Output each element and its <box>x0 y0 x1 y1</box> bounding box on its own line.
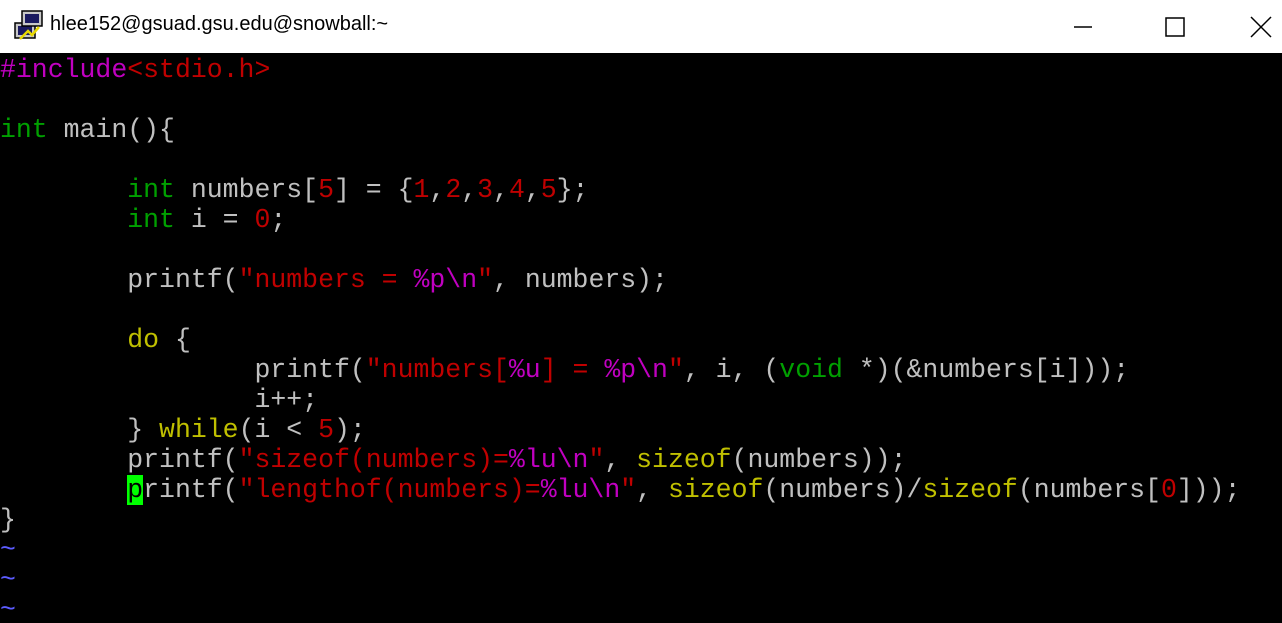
maximize-button[interactable] <box>1148 0 1202 53</box>
code-token: "numbers = <box>238 265 414 295</box>
code-token: <stdio.h> <box>127 55 271 85</box>
code-line: #include<stdio.h> <box>0 55 270 85</box>
code-line: i++; <box>0 385 318 415</box>
code-token: %u <box>508 355 541 385</box>
code-token: rintf( <box>143 475 239 505</box>
code-token: " <box>620 475 637 505</box>
code-token: numbers[ <box>174 175 319 205</box>
code-token: ; <box>270 205 287 235</box>
code-token: ); <box>333 415 366 445</box>
code-token: " <box>667 355 684 385</box>
code-token: %lu\n <box>508 445 589 475</box>
code-token: "lengthof(numbers)= <box>238 475 541 505</box>
code-token: , numbers); <box>493 265 668 295</box>
empty-line-tilde: ~ <box>0 565 16 595</box>
code-token: (i < <box>238 415 319 445</box>
code-token: " <box>588 445 605 475</box>
code-token: %lu\n <box>540 475 621 505</box>
code-token: 5 <box>540 175 557 205</box>
code-token: 3 <box>477 175 494 205</box>
code-token: *)(&numbers[i])); <box>842 355 1130 385</box>
code-token: %p\n <box>604 355 668 385</box>
code-token: , <box>604 445 637 475</box>
code-token: 2 <box>445 175 462 205</box>
code-token: { <box>159 325 191 355</box>
code-token: int <box>127 175 175 205</box>
code-token: "sizeof(numbers)= <box>238 445 509 475</box>
code-token: ] = <box>540 355 605 385</box>
code-token: , <box>636 475 668 505</box>
code-token: #include <box>0 55 128 85</box>
code-token: 5 <box>318 175 334 205</box>
empty-line-tilde: ~ <box>0 595 16 623</box>
code-token: sizeof <box>636 445 732 475</box>
code-token: , <box>524 175 541 205</box>
code-line: printf("sizeof(numbers)=%lu\n", sizeof(n… <box>0 445 907 475</box>
code-line: int i = 0; <box>0 205 286 235</box>
code-line: int main(){ <box>0 115 175 145</box>
minimize-button[interactable] <box>1056 0 1110 53</box>
code-token: %p\n <box>413 265 478 295</box>
code-token: (numbers)); <box>731 445 907 475</box>
code-token: i = <box>174 205 255 235</box>
minimize-icon <box>1074 25 1092 28</box>
code-token: }; <box>556 175 589 205</box>
code-token: i++; <box>254 385 319 415</box>
code-token: 0 <box>254 205 271 235</box>
code-token: ])); <box>1176 475 1241 505</box>
code-line: printf("lengthof(numbers)=%lu\n", sizeof… <box>0 475 1240 505</box>
maximize-icon <box>1165 16 1185 37</box>
code-token: " <box>477 265 494 295</box>
code-token: sizeof <box>667 475 764 505</box>
code-token: do <box>127 325 160 355</box>
code-line: } <box>0 505 16 535</box>
code-token: } <box>0 505 16 535</box>
code-token: 4 <box>508 175 525 205</box>
close-icon <box>1250 15 1272 38</box>
window-title: hlee152@gsuad.gsu.edu@snowball:~ <box>50 13 389 35</box>
code-token: printf( <box>127 445 239 475</box>
code-token: 5 <box>318 415 334 445</box>
code-token: , <box>429 175 446 205</box>
code-token: , i, ( <box>683 355 780 385</box>
close-button[interactable] <box>1240 0 1282 53</box>
code-token: sizeof <box>922 475 1018 505</box>
code-line: } while(i < 5); <box>0 415 366 445</box>
terminal-screen[interactable]: #include<stdio.h> int main(){ int numbers… <box>0 53 1282 623</box>
code-token: 0 <box>1160 475 1177 505</box>
code-token: int <box>127 205 175 235</box>
code-token: int <box>0 115 48 145</box>
code-token: void <box>779 355 843 385</box>
code-line: int numbers[5] = {1,2,3,4,5}; <box>0 175 588 205</box>
code-token: , <box>461 175 478 205</box>
code-token: } <box>127 415 160 445</box>
code-token: main(){ <box>47 115 175 145</box>
code-token: printf( <box>127 265 239 295</box>
code-token: printf( <box>254 355 366 385</box>
putty-icon[interactable] <box>12 9 46 43</box>
code-token: ] = { <box>333 175 414 205</box>
code-token: "numbers[ <box>365 355 509 385</box>
code-token: 1 <box>413 175 430 205</box>
text-cursor: p <box>127 475 144 505</box>
title-bar: hlee152@gsuad.gsu.edu@snowball:~ <box>0 0 1282 53</box>
code-token: while <box>159 415 239 445</box>
code-line: printf("numbers = %p\n", numbers); <box>0 265 668 295</box>
code-token: (numbers)/ <box>763 475 923 505</box>
code-line: printf("numbers[%u] = %p\n", i, (void *)… <box>0 355 1129 385</box>
empty-line-tilde: ~ <box>0 535 16 565</box>
code-token: (numbers[ <box>1017 475 1161 505</box>
code-token: , <box>493 175 509 205</box>
code-line: do { <box>0 325 191 355</box>
